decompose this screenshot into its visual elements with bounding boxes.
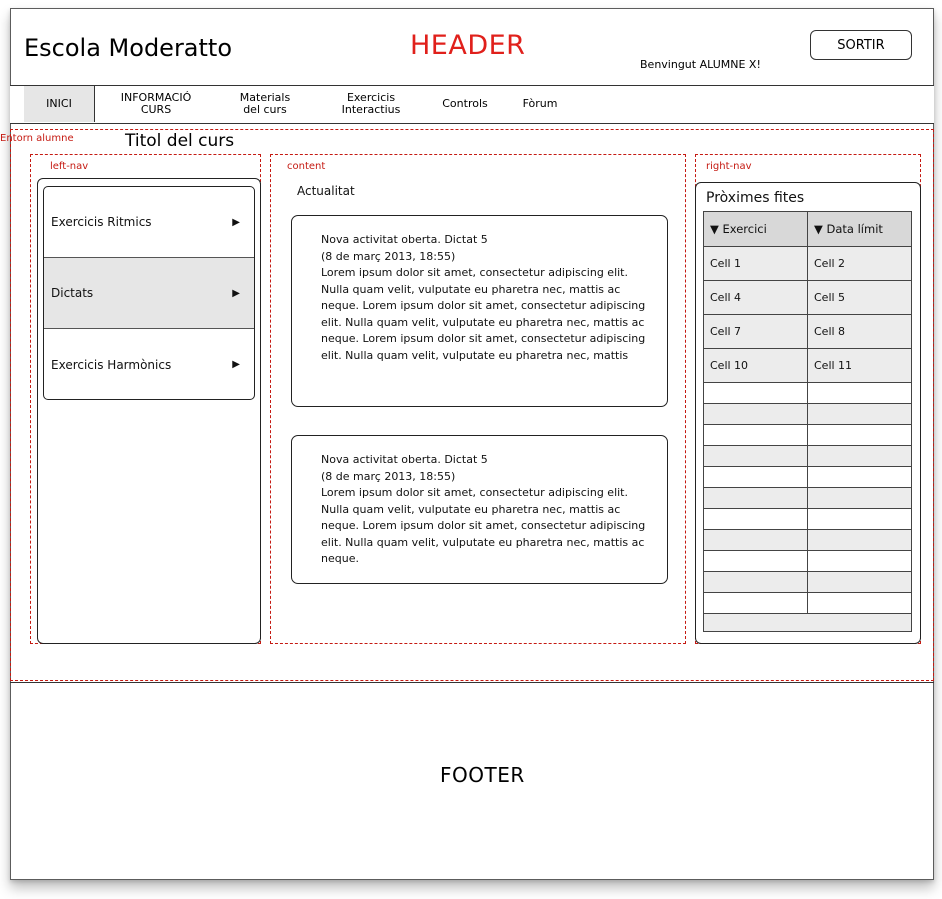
nav-item-materials[interactable]: Materials del curs bbox=[225, 86, 305, 122]
table-cell: Cell 1 bbox=[704, 246, 808, 281]
content-label: content bbox=[287, 161, 326, 172]
nav-item-informacio-curs[interactable]: INFORMACIÓ CURS bbox=[104, 86, 208, 122]
news-body: Lorem ipsum dolor sit amet, consectetur … bbox=[321, 486, 646, 565]
milestones-title: Pròximes fites bbox=[706, 190, 805, 206]
course-menu: Exercicis Ritmics ▶ Dictats ▶ Exercicis … bbox=[43, 186, 255, 400]
nav-item-inici[interactable]: INICI bbox=[24, 86, 95, 122]
empty-table-row bbox=[704, 550, 911, 572]
left-nav-label: left-nav bbox=[50, 161, 89, 172]
news-date: (8 de març 2013, 18:55) bbox=[321, 249, 456, 263]
course-title: Titol del curs bbox=[125, 131, 235, 151]
right-nav-label: right-nav bbox=[706, 161, 752, 172]
school-brand: Escola Moderatto bbox=[24, 34, 233, 62]
table-footer-row bbox=[704, 613, 911, 631]
empty-table-row bbox=[704, 403, 911, 425]
table-row[interactable]: Cell 4 Cell 5 bbox=[704, 280, 911, 315]
header-placeholder-label: HEADER bbox=[410, 30, 526, 61]
empty-table-row bbox=[704, 382, 911, 404]
chevron-right-icon: ▶ bbox=[232, 359, 240, 370]
nav-item-exercicis-interactius[interactable]: Exercicis Interactius bbox=[323, 86, 419, 122]
table-cell: Cell 8 bbox=[807, 314, 911, 349]
empty-table-row bbox=[704, 508, 911, 530]
empty-table-row bbox=[704, 466, 911, 488]
news-date: (8 de març 2013, 18:55) bbox=[321, 469, 456, 483]
empty-table-row bbox=[704, 424, 911, 446]
logout-button[interactable]: SORTIR bbox=[810, 30, 912, 60]
column-header-data-limit[interactable]: ▼ Data límit bbox=[807, 212, 911, 247]
empty-table-row bbox=[704, 592, 911, 614]
chevron-right-icon: ▶ bbox=[232, 216, 240, 228]
empty-table-row bbox=[704, 571, 911, 593]
welcome-message: Benvingut ALUMNE X! bbox=[640, 58, 761, 71]
nav-item-controls[interactable]: Controls bbox=[430, 86, 500, 122]
milestones-table: ▼ Exercici ▼ Data límit Cell 1 Cell 2 Ce… bbox=[703, 211, 912, 632]
column-header-exercici[interactable]: ▼ Exercici bbox=[704, 212, 808, 247]
empty-table-row bbox=[704, 487, 911, 509]
table-row[interactable]: Cell 10 Cell 11 bbox=[704, 348, 911, 383]
table-cell: Cell 10 bbox=[704, 348, 808, 383]
table-row[interactable]: Cell 1 Cell 2 bbox=[704, 246, 911, 281]
news-card: Nova activitat oberta. Dictat 5 (8 de ma… bbox=[291, 435, 668, 584]
table-cell: Cell 2 bbox=[807, 246, 911, 281]
main-nav: INICI INFORMACIÓ CURS Materials del curs… bbox=[10, 85, 934, 124]
chevron-right-icon: ▶ bbox=[232, 287, 240, 299]
empty-table-row bbox=[704, 445, 911, 467]
table-cell: Cell 7 bbox=[704, 314, 808, 349]
news-heading: Actualitat bbox=[297, 184, 355, 198]
footer-placeholder-label: FOOTER bbox=[440, 763, 525, 787]
table-row[interactable]: Cell 7 Cell 8 bbox=[704, 314, 911, 349]
nav-item-forum[interactable]: Fòrum bbox=[510, 86, 570, 122]
news-title: Nova activitat oberta. Dictat 5 bbox=[321, 233, 488, 246]
table-cell: Cell 5 bbox=[807, 280, 911, 315]
news-title: Nova activitat oberta. Dictat 5 bbox=[321, 453, 488, 466]
news-card: Nova activitat oberta. Dictat 5 (8 de ma… bbox=[291, 215, 668, 407]
environment-label: Entorn alumne bbox=[0, 133, 74, 144]
table-cell: Cell 4 bbox=[704, 280, 808, 315]
menu-item-dictats[interactable]: Dictats ▶ bbox=[44, 258, 254, 329]
menu-item-exercicis-harmonics[interactable]: Exercicis Harmònics ▶ bbox=[44, 329, 254, 399]
news-body: Lorem ipsum dolor sit amet, consectetur … bbox=[321, 266, 646, 362]
empty-table-row bbox=[704, 529, 911, 551]
table-cell: Cell 11 bbox=[807, 348, 911, 383]
menu-item-exercicis-ritmics[interactable]: Exercicis Ritmics ▶ bbox=[44, 187, 254, 258]
